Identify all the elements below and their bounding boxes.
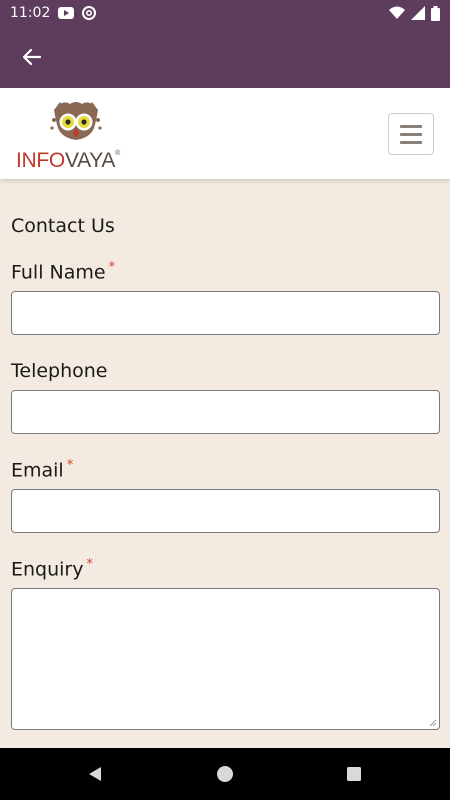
email-label: Email * (11, 458, 73, 481)
logo-text-vaya: VAYA (64, 149, 116, 172)
page-title: Contact Us (11, 215, 115, 237)
hamburger-icon-bar-3 (400, 140, 422, 144)
site-header: INFOVAYA® (0, 88, 450, 179)
at-sign-icon (82, 6, 97, 20)
email-label-text: Email (11, 459, 64, 482)
full-name-label: Full Name * (11, 260, 115, 283)
system-home-button[interactable] (213, 762, 237, 786)
back-button[interactable] (18, 43, 46, 71)
full-name-input[interactable] (11, 291, 440, 335)
circle-home-icon (217, 766, 233, 782)
logo-text-info: INFO (16, 149, 65, 172)
system-recents-button[interactable] (342, 762, 366, 786)
system-back-button[interactable] (83, 762, 107, 786)
required-marker: * (86, 557, 93, 572)
status-bar: 11:02 (0, 0, 450, 26)
status-time: 11:02 (10, 5, 51, 21)
email-input[interactable] (11, 489, 440, 533)
status-right (389, 5, 440, 21)
signal-icon (411, 6, 425, 20)
telephone-input[interactable] (11, 390, 440, 434)
battery-icon (431, 5, 440, 21)
hamburger-icon-bar-2 (400, 132, 422, 136)
system-nav-bar (0, 748, 450, 800)
app-bar (0, 26, 450, 88)
youtube-icon (58, 7, 75, 19)
enquiry-label-text: Enquiry (11, 558, 84, 581)
logo-registered-mark: ® (115, 150, 120, 157)
required-marker: * (108, 260, 116, 275)
telephone-label-text: Telephone (11, 360, 108, 382)
logo-wordmark: INFOVAYA® (16, 150, 120, 171)
resize-grip-icon[interactable] (429, 719, 437, 727)
triangle-back-icon (89, 767, 101, 781)
telephone-label: Telephone (11, 360, 108, 382)
status-left: 11:02 (10, 5, 97, 21)
owl-icon (50, 102, 102, 140)
required-marker: * (66, 458, 74, 473)
arrow-left-icon (22, 48, 42, 66)
square-recents-icon (347, 767, 361, 781)
wifi-icon (389, 6, 405, 20)
enquiry-textarea[interactable] (11, 588, 440, 730)
infovaya-logo[interactable]: INFOVAYA® (14, 98, 134, 171)
hamburger-icon-bar-1 (400, 124, 422, 128)
contact-form: Contact Us Full Name * Telephone Email * E… (0, 179, 450, 748)
enquiry-label: Enquiry * (11, 557, 93, 580)
hamburger-menu-button[interactable] (388, 113, 434, 155)
full-name-label-text: Full Name (11, 261, 106, 284)
